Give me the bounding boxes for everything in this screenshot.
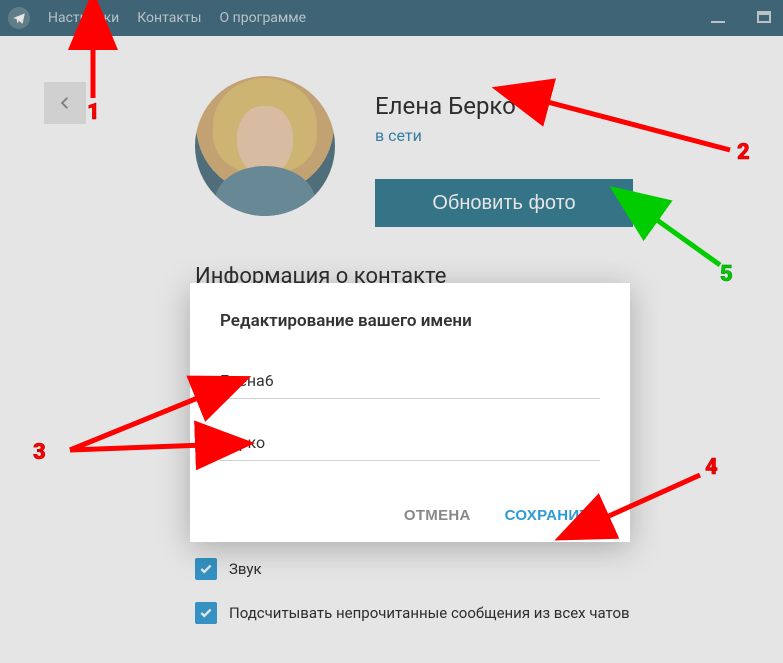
first-name-input[interactable] [220, 365, 600, 399]
dialog-title: Редактирование вашего имени [220, 311, 600, 331]
annotation-4: 4 [705, 455, 718, 480]
cancel-button[interactable]: ОТМЕНА [404, 507, 471, 524]
save-button[interactable]: СОХРАНИТЬ [505, 507, 600, 524]
annotation-1: 1 [87, 100, 100, 125]
last-name-input[interactable] [220, 427, 600, 461]
edit-name-dialog: Редактирование вашего имени ОТМЕНА СОХРА… [190, 283, 630, 542]
annotation-2: 2 [737, 140, 750, 165]
annotation-3: 3 [33, 440, 46, 465]
annotation-5: 5 [720, 262, 733, 287]
app-root: Настройки Контакты О программе Елена Бер… [0, 0, 783, 663]
